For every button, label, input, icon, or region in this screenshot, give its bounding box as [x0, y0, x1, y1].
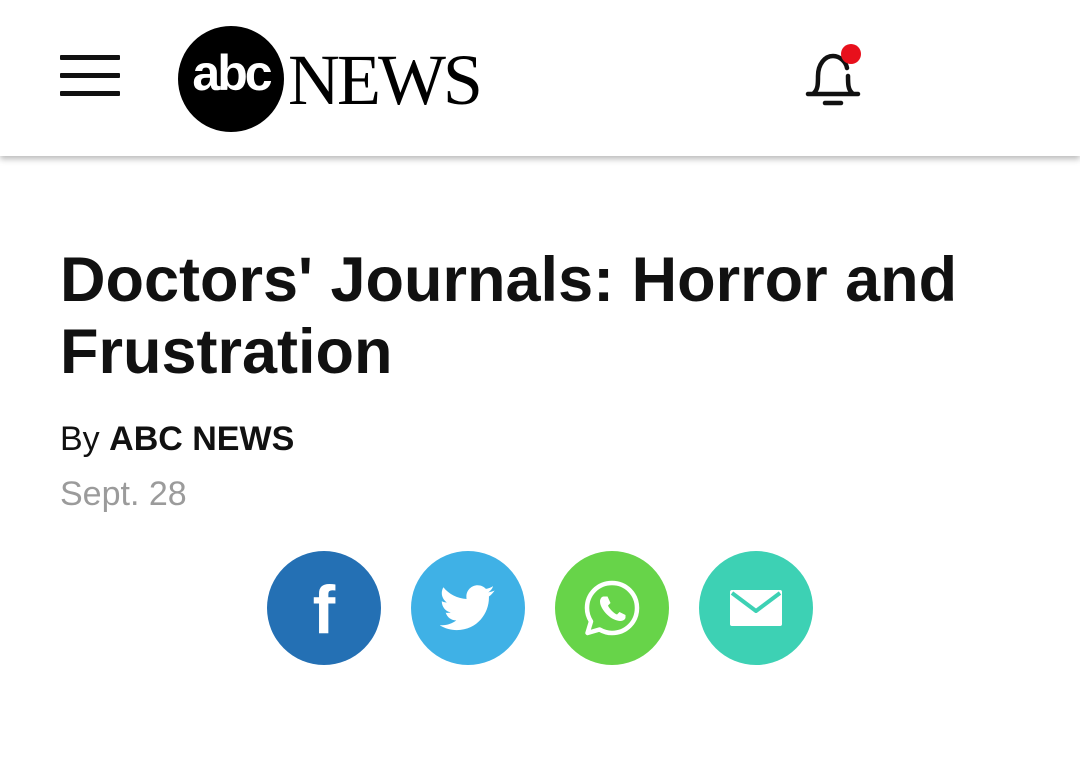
article-page: abc NEWS Doctors' Journals: Horror and F…: [0, 0, 1080, 784]
notification-badge: [841, 44, 861, 64]
menu-line: [60, 55, 120, 60]
share-twitter-button[interactable]: [411, 551, 525, 665]
hamburger-menu-icon[interactable]: [60, 55, 120, 99]
news-wordmark: NEWS: [288, 40, 483, 120]
menu-line: [60, 91, 120, 96]
share-whatsapp-button[interactable]: [555, 551, 669, 665]
article-headline: Doctors' Journals: Horror and Frustratio…: [60, 245, 958, 387]
envelope-icon: [730, 590, 782, 626]
whatsapp-icon: [584, 580, 640, 636]
abc-logo-mark: abc: [192, 45, 272, 101]
share-email-button[interactable]: [699, 551, 813, 665]
byline: By ABC NEWS: [60, 418, 294, 460]
twitter-bird-icon: [440, 585, 495, 631]
share-facebook-button[interactable]: f: [267, 551, 381, 665]
top-nav-bar: abc NEWS: [0, 0, 1080, 156]
menu-line: [60, 73, 120, 78]
byline-prefix: By: [60, 420, 100, 458]
facebook-icon: f: [312, 572, 336, 648]
publish-date: Sept. 28: [60, 475, 187, 513]
author-link[interactable]: ABC NEWS: [109, 420, 294, 458]
abc-news-logo[interactable]: abc NEWS: [178, 26, 488, 132]
